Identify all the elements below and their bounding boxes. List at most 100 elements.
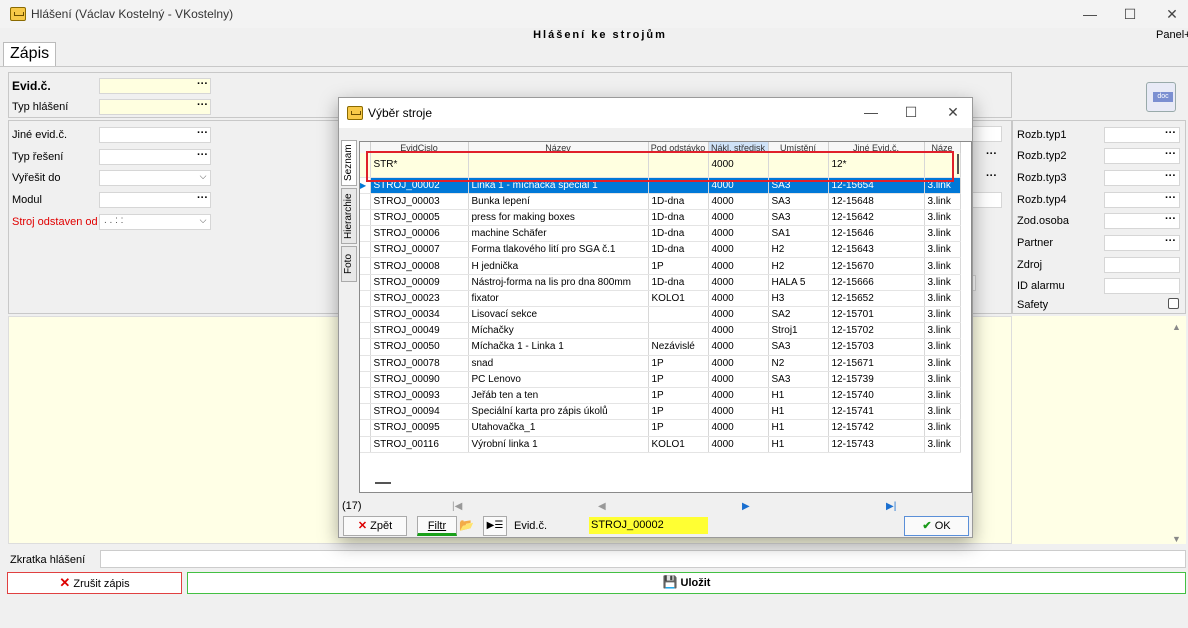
table-row[interactable]: STROJ_00023 fixator KOLO1 4000 H3 12-15652 3.l… <box>360 290 961 308</box>
table-cell: Speciální karta pro zápis úkolů <box>468 403 649 421</box>
right-label-8: Safety <box>1017 299 1049 311</box>
table-cell: 3.link <box>924 257 961 275</box>
table-cell: STROJ_00008 <box>370 257 469 275</box>
row-indicator <box>360 338 371 356</box>
modul-lookup-button[interactable]: ··· <box>195 193 210 207</box>
right-lookup-button-2[interactable]: ··· <box>1163 171 1178 185</box>
table-cell: 4000 <box>708 290 769 308</box>
window-title: Hlášení (Václav Kostelný - VKostelny) <box>31 7 234 21</box>
mid-field-2[interactable] <box>970 192 1002 208</box>
table-cell: 12-15741 <box>828 403 925 421</box>
pick-icon[interactable]: ▶☰ <box>483 516 507 536</box>
first-record-icon[interactable]: |◀ <box>452 501 462 512</box>
table-cell: 1P <box>648 387 709 405</box>
tab-zapis[interactable]: Zápis <box>3 42 57 66</box>
right-field-7[interactable] <box>1104 278 1180 294</box>
table-row[interactable]: STROJ_00095 Utahovačka_1 1P 4000 H1 12-15742 3… <box>360 419 961 437</box>
mid-lookup-button-2[interactable]: ··· <box>984 171 999 185</box>
right-field-6[interactable] <box>1104 257 1180 273</box>
table-cell: H jednička <box>468 257 649 275</box>
table-cell: 3.link <box>924 241 961 259</box>
tab-seznam[interactable]: Seznam <box>341 140 357 186</box>
typ-reseni-label: Typ řešení <box>12 151 64 163</box>
table-row[interactable]: STROJ_00003 Bunka lepení 1D-dna 4000 SA3 12-1… <box>360 193 961 210</box>
table-row[interactable]: STROJ_00007 Forma tlakového lití pro SGA … <box>360 241 961 259</box>
mid-field-1[interactable] <box>970 126 1002 142</box>
close-button[interactable]: ✕ <box>1152 4 1188 24</box>
ok-button[interactable]: ✔ OK <box>904 516 969 536</box>
table-cell: 1P <box>648 257 709 275</box>
table-cell: STROJ_00034 <box>370 306 469 324</box>
tab-hierarchie[interactable]: Hierarchie <box>341 188 357 244</box>
right-lookup-button-4[interactable]: ··· <box>1163 214 1178 228</box>
right-lookup-button-0[interactable]: ··· <box>1163 128 1178 142</box>
table-row[interactable]: STROJ_00090 PC Lenovo 1P 4000 SA3 12-15739 3.l… <box>360 371 961 388</box>
table-row[interactable]: STROJ_00009 Nástroj-forma na lis pro dna … <box>360 274 961 291</box>
minimize-button[interactable]: — <box>1070 4 1110 24</box>
folder-icon[interactable]: 📂 <box>459 518 474 532</box>
last-record-icon[interactable]: ▶| <box>886 501 896 512</box>
table-cell: 4000 <box>708 387 769 405</box>
document-icon[interactable]: doc <box>1146 82 1176 112</box>
dialog-minimize-button[interactable]: — <box>851 102 891 122</box>
right-lookup-button-3[interactable]: ··· <box>1163 193 1178 207</box>
table-row[interactable]: STROJ_00078 snad 1P 4000 N2 12-15671 3.link <box>360 355 961 372</box>
table-cell: 4000 <box>708 193 769 210</box>
maximize-button[interactable]: ☐ <box>1110 4 1150 24</box>
evid-lookup-button[interactable]: ··· <box>195 79 210 93</box>
jine-evid-lookup-button[interactable]: ··· <box>195 128 210 142</box>
zrusit-zapis-button[interactable]: ✕ Zrušit zápis <box>7 572 182 594</box>
scroll-up-icon[interactable]: ▲ <box>1172 322 1181 332</box>
table-cell <box>648 322 709 340</box>
table-cell: 3.link <box>924 274 961 291</box>
table-row[interactable]: STROJ_00094 Speciální karta pro zápis úko… <box>360 403 961 421</box>
dialog-close-button[interactable]: ✕ <box>933 102 973 122</box>
right-label-1: Rozb.typ2 <box>1017 150 1067 162</box>
typ-hlaseni-lookup-button[interactable]: ··· <box>195 100 210 114</box>
table-row[interactable]: STROJ_00093 Jeřáb ten a ten 1P 4000 H1 12-157… <box>360 387 961 405</box>
typ-reseni-lookup-button[interactable]: ··· <box>195 150 210 164</box>
next-record-icon[interactable]: ▶ <box>742 501 750 512</box>
prev-record-icon[interactable]: ◀ <box>598 501 606 512</box>
zkratka-field[interactable] <box>100 550 1186 568</box>
mid-lookup-button-1[interactable]: ··· <box>984 149 999 163</box>
evid-value-field[interactable]: STROJ_00002 <box>589 517 708 534</box>
table-row[interactable]: STROJ_00034 Lisovací sekce 4000 SA2 12-15701… <box>360 306 961 324</box>
table-row[interactable]: STROJ_00006 machine Schäfer 1D-dna 4000 SA1 1… <box>360 225 961 243</box>
table-cell: 4000 <box>708 274 769 291</box>
table-cell: Lisovací sekce <box>468 306 649 324</box>
right-notes-area[interactable] <box>1012 316 1186 544</box>
table-cell: 3.link <box>924 436 961 453</box>
safety-checkbox[interactable] <box>1168 298 1179 309</box>
zrusit-label: Zrušit zápis <box>73 578 130 590</box>
tab-foto[interactable]: Foto <box>341 246 357 282</box>
vyresit-field[interactable] <box>99 170 211 186</box>
table-row[interactable]: STROJ_00050 Míchačka 1 - Linka 1 Nezávislé… <box>360 338 961 356</box>
chevron-down-icon[interactable]: ⌵ <box>197 215 209 229</box>
grid-scrollbar-thumb[interactable] <box>957 154 959 174</box>
right-lookup-button-5[interactable]: ··· <box>1163 236 1178 250</box>
scroll-down-icon[interactable]: ▼ <box>1172 534 1181 544</box>
right-lookup-button-1[interactable]: ··· <box>1163 149 1178 163</box>
chevron-down-icon[interactable]: ⌵ <box>197 171 209 185</box>
row-indicator <box>360 193 371 210</box>
table-cell: Míchačky <box>468 322 649 340</box>
table-row[interactable]: STROJ_00116 Výrobní linka 1 KOLO1 4000 H1 12-… <box>360 436 961 453</box>
table-cell: H2 <box>768 241 829 259</box>
table-row[interactable]: STROJ_00008 H jednička 1P 4000 H2 12-15670 3.l… <box>360 257 961 275</box>
filtr-button[interactable]: Filtr <box>417 516 457 536</box>
zpet-button[interactable]: ✕ Zpět <box>343 516 407 536</box>
table-row[interactable]: STROJ_00005 press for making boxes 1D-dna 4… <box>360 209 961 227</box>
right-label-0: Rozb.typ1 <box>1017 129 1067 141</box>
table-cell: 4000 <box>708 225 769 243</box>
dialog-maximize-button[interactable]: ☐ <box>891 102 931 122</box>
table-cell: 3.link <box>924 419 961 437</box>
zpet-label: Zpět <box>370 520 393 532</box>
table-row[interactable]: STROJ_00049 Míchačky 4000 Stroj1 12-15702 3.l… <box>360 322 961 340</box>
ulozit-button[interactable]: 💾 Uložit <box>187 572 1186 594</box>
table-cell: STROJ_00023 <box>370 290 469 308</box>
stroj-odstaven-field[interactable]: . . : : <box>99 214 211 230</box>
panel-plus-button[interactable]: Panel+ <box>1156 29 1188 41</box>
grid-hscroll-thumb[interactable] <box>375 482 391 484</box>
table-cell: 4000 <box>708 241 769 259</box>
